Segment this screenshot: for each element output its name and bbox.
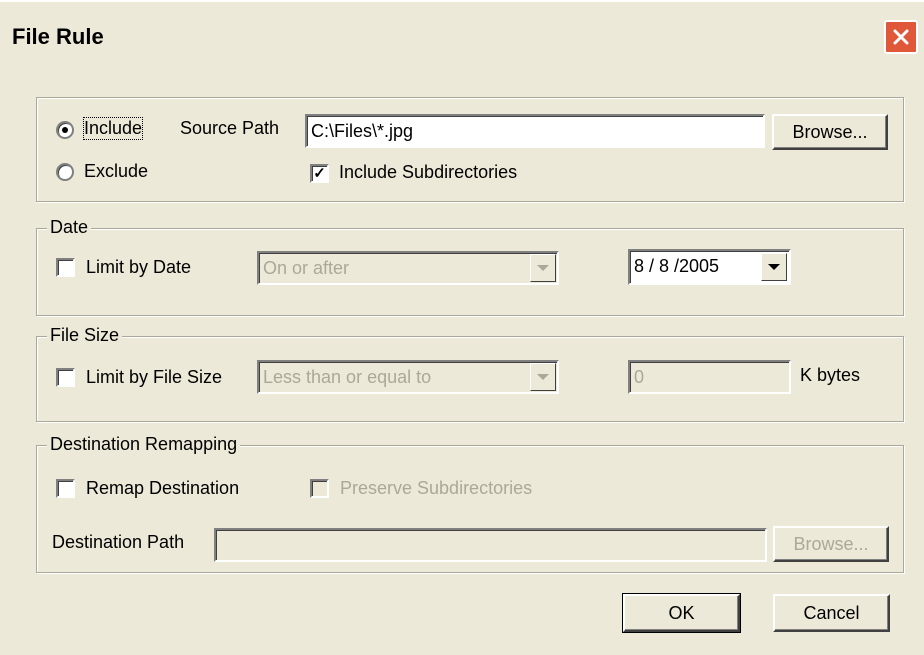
- remap-destination-label[interactable]: Remap Destination: [86, 478, 239, 499]
- ok-button[interactable]: OK: [622, 593, 741, 633]
- file-size-condition-select: Less than or equal to: [257, 360, 559, 394]
- remap-destination-checkbox[interactable]: [56, 479, 75, 498]
- date-condition-value: On or after: [263, 258, 350, 278]
- chevron-down-icon: [768, 264, 780, 270]
- file-size-input: 0: [628, 360, 791, 394]
- close-icon: [893, 29, 909, 45]
- cancel-button[interactable]: Cancel: [773, 594, 890, 632]
- limit-by-file-size-label[interactable]: Limit by File Size: [86, 367, 222, 388]
- exclude-label[interactable]: Exclude: [84, 161, 148, 182]
- destination-browse-button: Browse...: [773, 526, 889, 562]
- radio-selected-dot: [62, 127, 68, 133]
- include-subdirectories-label[interactable]: Include Subdirectories: [339, 162, 517, 183]
- include-label[interactable]: Include: [82, 117, 144, 140]
- chevron-down-icon: [537, 265, 549, 271]
- limit-by-file-size-checkbox[interactable]: [56, 368, 75, 387]
- check-icon: ✓: [313, 165, 326, 182]
- source-browse-button[interactable]: Browse...: [772, 114, 888, 150]
- date-condition-dropdown-button: [530, 254, 556, 282]
- title-bar: File Rule: [0, 0, 924, 76]
- destination-group-title: Destination Remapping: [47, 434, 241, 455]
- file-size-group-title: File Size: [47, 325, 123, 346]
- date-group-title: Date: [47, 217, 92, 238]
- file-size-condition-dropdown-button: [530, 363, 556, 391]
- limit-by-date-label[interactable]: Limit by Date: [86, 257, 191, 278]
- date-picker[interactable]: 8 / 8 /2005: [628, 249, 791, 285]
- include-subdirectories-checkbox[interactable]: ✓: [310, 164, 329, 183]
- source-path-input[interactable]: C:\Files\*.jpg: [305, 114, 765, 148]
- date-condition-select: On or after: [257, 251, 559, 285]
- window-title: File Rule: [12, 24, 104, 49]
- limit-by-date-checkbox[interactable]: [56, 258, 75, 277]
- preserve-subdirectories-checkbox: [310, 479, 329, 498]
- close-button[interactable]: [884, 20, 918, 54]
- destination-path-label: Destination Path: [52, 532, 185, 552]
- date-picker-dropdown-button[interactable]: [761, 253, 787, 281]
- source-path-label: Source Path: [180, 118, 280, 138]
- file-size-unit-label: K bytes: [800, 365, 861, 385]
- date-picker-value[interactable]: 8 / 8 /2005: [634, 256, 719, 276]
- file-size-condition-value: Less than or equal to: [263, 367, 432, 387]
- destination-path-input: [214, 528, 767, 562]
- chevron-down-icon: [537, 374, 549, 380]
- exclude-radio[interactable]: [56, 163, 74, 181]
- preserve-subdirectories-label: Preserve Subdirectories: [340, 478, 533, 498]
- include-radio[interactable]: [56, 121, 74, 139]
